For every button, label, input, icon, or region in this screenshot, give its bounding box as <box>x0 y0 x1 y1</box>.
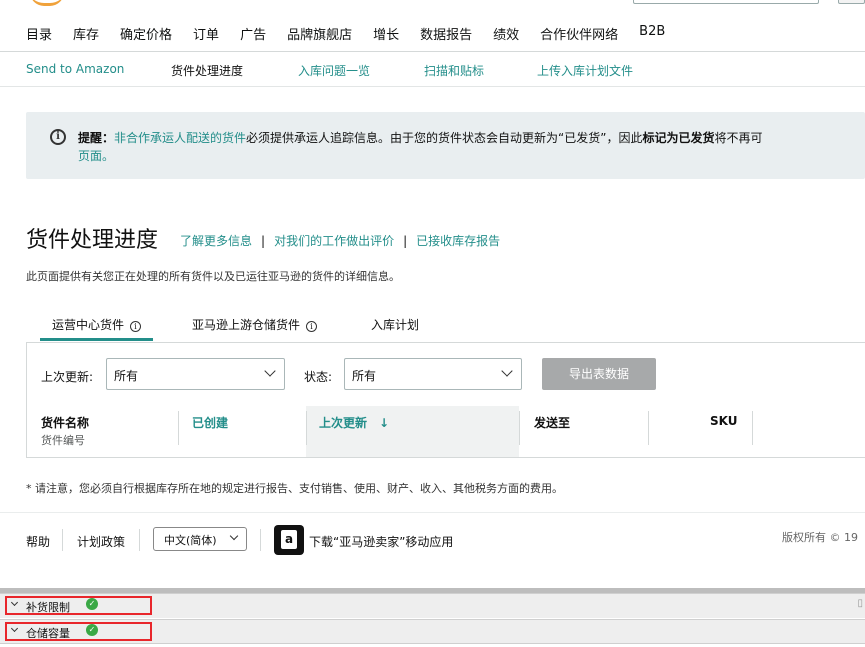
tab-upstream-storage[interactable]: 亚马逊上游仓储货件 i <box>192 316 318 333</box>
topnav-item-catalog[interactable]: 目录 <box>26 24 52 43</box>
topnav-item-advertising[interactable]: 广告 <box>240 24 266 43</box>
chevron-down-icon <box>264 365 276 377</box>
top-navigation: 目录 库存 确定价格 订单 广告 品牌旗舰店 增长 数据报告 绩效 合作伙伴网络… <box>0 0 865 52</box>
sub-navigation: Send to Amazon 货件处理进度 入库问题一览 扫描和贴标 上传入库计… <box>0 52 865 87</box>
status-select[interactable]: 所有 <box>344 358 522 390</box>
column-header-shipment-name[interactable]: 货件名称 <box>41 414 89 431</box>
topnav-item-pricing[interactable]: 确定价格 <box>120 24 172 43</box>
topnav-item-growth[interactable]: 增长 <box>373 24 399 43</box>
restock-limits-bar[interactable]: 补货限制 ✓ ▯ <box>0 593 865 618</box>
chevron-down-icon <box>229 531 239 541</box>
alert-banner: i 提醒：非合作承运人配送的货件必须提供承运人追踪信息。由于您的货件状态会自动更… <box>26 112 865 179</box>
alert-text: 提醒：非合作承运人配送的货件必须提供承运人追踪信息。由于您的货件状态会自动更新为… <box>78 129 763 146</box>
alert-bold: 标记为已发货 <box>642 131 715 145</box>
search-input[interactable] <box>633 0 819 4</box>
red-highlight-box <box>5 596 152 615</box>
copyright-text: 版权所有 © 19 <box>782 531 858 544</box>
page-title: 货件处理进度 <box>26 228 159 253</box>
amazon-seller-app-icon[interactable]: a <box>274 525 304 555</box>
tab-inbound-plans[interactable]: 入库计划 <box>371 316 419 333</box>
search-button[interactable] <box>838 0 865 4</box>
alert-body: 必须提供承运人追踪信息。由于您的货件状态会自动更新为“已发货”，因此 <box>246 131 643 145</box>
topnav-item-partner-network[interactable]: 合作伙伴网络 <box>540 24 618 43</box>
storage-capacity-bar[interactable]: 仓储容量 ✓ <box>0 619 865 644</box>
info-icon: i <box>50 129 66 145</box>
topnav-item-inventory[interactable]: 库存 <box>73 24 99 43</box>
tax-footnote: * 请注意，您必须自行根据库存所在地的规定进行报告、支付销售、使用、财产、收入、… <box>26 482 563 495</box>
amazon-logo-icon[interactable] <box>30 0 64 6</box>
status-label: 状态: <box>304 370 333 384</box>
last-updated-select[interactable]: 所有 <box>106 358 285 390</box>
sort-down-icon: ↓ <box>379 416 390 430</box>
export-table-button[interactable]: 导出表数据 <box>542 358 656 390</box>
topnav-item-reports[interactable]: 数据报告 <box>420 24 472 43</box>
title-links: 了解更多信息 | 对我们的工作做出评价 | 已接收库存报告 <box>180 234 501 248</box>
download-app-link[interactable]: 下载“亚马逊卖家”移动应用 <box>309 533 453 550</box>
page-description: 此页面提供有关您正在处理的所有货件以及已运往亚马逊的货件的详细信息。 <box>26 270 400 283</box>
column-subheader-shipment-id: 货件编号 <box>41 434 85 447</box>
column-header-sku[interactable]: SKU <box>710 414 737 428</box>
topnav-item-stores[interactable]: 品牌旗舰店 <box>287 24 352 43</box>
topnav-item-performance[interactable]: 绩效 <box>493 24 519 43</box>
column-header-created[interactable]: 已创建 <box>192 414 228 431</box>
help-link[interactable]: 帮助 <box>26 533 50 550</box>
subnav-shipment-progress[interactable]: 货件处理进度 <box>171 62 243 79</box>
received-report-link[interactable]: 已接收库存报告 <box>416 234 500 248</box>
subnav-scan-label[interactable]: 扫描和贴标 <box>424 62 484 79</box>
subnav-send-to-amazon[interactable]: Send to Amazon <box>26 62 124 76</box>
alert-body-end: 将不再可 <box>714 131 763 145</box>
tab-fulfillment-center[interactable]: 运营中心货件 i <box>52 316 142 333</box>
topnav-item-orders[interactable]: 订单 <box>193 24 219 43</box>
info-icon[interactable]: i <box>306 321 318 332</box>
program-policy-link[interactable]: 计划政策 <box>77 533 125 550</box>
topnav-menu: 目录 库存 确定价格 订单 广告 品牌旗舰店 增长 数据报告 绩效 合作伙伴网络… <box>26 24 686 43</box>
learn-more-link[interactable]: 了解更多信息 <box>180 234 252 248</box>
alert-page-link[interactable]: 页面。 <box>78 147 114 164</box>
column-header-ship-to[interactable]: 发送至 <box>534 414 570 431</box>
column-header-last-updated[interactable]: 上次更新 ↓ <box>319 414 389 431</box>
alert-prefix: 提醒： <box>78 131 115 145</box>
topnav-item-b2b[interactable]: B2B <box>639 24 665 43</box>
feedback-link[interactable]: 对我们的工作做出评价 <box>274 234 394 248</box>
active-tab-indicator <box>40 338 153 341</box>
red-highlight-box <box>5 622 152 641</box>
language-select[interactable]: 中文(简体) <box>153 527 247 551</box>
chevron-down-icon <box>501 365 513 377</box>
last-updated-label: 上次更新: <box>41 370 94 384</box>
info-icon[interactable]: i <box>130 321 142 332</box>
alert-link[interactable]: 非合作承运人配送的货件 <box>114 131 246 145</box>
subnav-inbound-issues[interactable]: 入库问题一览 <box>298 62 370 79</box>
subnav-upload-plan[interactable]: 上传入库计划文件 <box>537 62 633 79</box>
